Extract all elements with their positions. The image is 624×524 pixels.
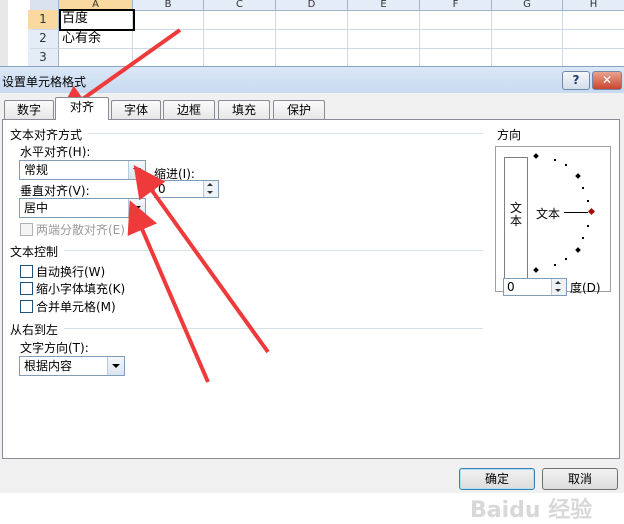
angle-pointer[interactable] (587, 207, 596, 216)
cell-a2[interactable]: 心有余 (62, 29, 101, 48)
vertical-align-label: 垂直对齐(V): (20, 184, 90, 198)
sheet-left-edge (0, 0, 8, 66)
group-divider (64, 328, 483, 329)
tab-number[interactable]: 数字 (4, 100, 54, 119)
ok-button[interactable]: 确定 (459, 468, 535, 490)
grid-line (347, 11, 348, 66)
orientation-group-label: 方向 (497, 128, 522, 142)
grid-line (419, 11, 420, 66)
angle-marker (554, 264, 556, 266)
merge-cells-label: 合并单元格(M) (36, 300, 116, 314)
watermark: Baidu 经验 (470, 498, 593, 523)
distributed-label: 两端分散对齐(E) (36, 223, 125, 237)
horizontal-align-value: 常规 (24, 163, 49, 177)
format-cells-dialog: 设置单元格格式 ? ✕ 数字 对齐 字体 边框 填充 保护 文本对齐方式 水平对… (0, 66, 624, 523)
group-divider (88, 133, 483, 134)
column-header-d[interactable]: D (276, 0, 348, 11)
angle-marker (587, 225, 589, 227)
chevron-down-icon[interactable] (128, 199, 145, 217)
tab-border[interactable]: 边框 (163, 100, 215, 119)
up-icon[interactable] (207, 183, 213, 186)
horizontal-text-sample: 文本 (536, 207, 561, 221)
angle-marker (575, 247, 581, 253)
dialog-titlebar[interactable]: 设置单元格格式 ? ✕ (0, 67, 624, 93)
chevron-down-icon[interactable] (128, 161, 145, 179)
angle-marker (575, 173, 581, 179)
degrees-value: 0 (507, 280, 515, 294)
cell-a1[interactable]: 百度 (62, 9, 88, 28)
grid-line (31, 48, 624, 49)
grid-line (491, 11, 492, 66)
row-header-3[interactable]: 3 (28, 48, 59, 68)
tab-fill[interactable]: 填充 (218, 100, 270, 119)
angle-marker (554, 159, 556, 161)
dialog-title: 设置单元格格式 (2, 75, 87, 89)
wrap-text-checkbox[interactable] (20, 265, 33, 278)
grid-line (275, 11, 276, 66)
column-header-b[interactable]: B (133, 0, 204, 11)
degrees-label: 度(D) (570, 281, 601, 295)
row-header-2[interactable]: 2 (28, 29, 59, 49)
vertical-align-select[interactable]: 居中 (19, 198, 146, 218)
group-divider (64, 250, 483, 251)
horizontal-align-label: 水平对齐(H): (20, 145, 91, 159)
text-direction-label: 文字方向(T): (20, 341, 89, 355)
angle-marker (582, 237, 584, 239)
angle-marker (565, 164, 567, 166)
help-button[interactable]: ? (562, 71, 590, 90)
angle-marker (587, 200, 589, 202)
down-icon[interactable] (555, 289, 561, 292)
grid-line (203, 11, 204, 66)
spreadsheet-background: A B C D E F G H 1 2 3 百度 心有余 (0, 0, 624, 68)
column-header-f[interactable]: F (420, 0, 492, 11)
chevron-down-icon[interactable] (107, 357, 124, 375)
column-header-e[interactable]: E (348, 0, 420, 11)
text-direction-value: 根据内容 (24, 359, 73, 373)
degrees-stepper[interactable]: 0 (503, 278, 567, 296)
angle-line (564, 212, 588, 213)
angle-marker (533, 153, 539, 159)
tab-alignment[interactable]: 对齐 (55, 97, 109, 120)
angle-marker (565, 258, 567, 260)
text-direction-select[interactable]: 根据内容 (19, 356, 125, 376)
row-header-1[interactable]: 1 (28, 10, 59, 30)
text-alignment-group-label: 文本对齐方式 (10, 128, 83, 142)
tab-font[interactable]: 字体 (111, 100, 161, 119)
column-header-h[interactable]: H (563, 0, 624, 11)
wrap-text-label: 自动换行(W) (36, 265, 106, 279)
shrink-to-fit-checkbox[interactable] (20, 282, 33, 295)
column-header-g[interactable]: G (492, 0, 563, 11)
angle-marker (533, 267, 539, 273)
vertical-text-sample: 文本 (510, 201, 523, 228)
close-button[interactable]: ✕ (592, 71, 622, 90)
indent-stepper[interactable]: 0 (154, 180, 219, 198)
distributed-checkbox[interactable] (20, 223, 33, 236)
vertical-align-value: 居中 (24, 201, 49, 215)
up-icon[interactable] (555, 281, 561, 284)
column-header-c[interactable]: C (204, 0, 276, 11)
tab-strip: 数字 对齐 字体 边框 填充 保护 (0, 97, 624, 120)
orientation-control[interactable]: 文本 文本 (495, 146, 611, 292)
merge-cells-checkbox[interactable] (20, 300, 33, 313)
tab-protection[interactable]: 保护 (273, 100, 325, 119)
horizontal-align-select[interactable]: 常规 (19, 160, 146, 180)
text-control-group-label: 文本控制 (10, 245, 59, 259)
vertical-text-toggle[interactable]: 文本 (504, 157, 528, 287)
indent-value: 0 (158, 182, 166, 196)
angle-marker (582, 187, 584, 189)
grid-line (562, 11, 563, 66)
down-icon[interactable] (207, 191, 213, 194)
rtl-group-label: 从右到左 (10, 323, 59, 337)
stepper-buttons[interactable] (203, 181, 218, 197)
cancel-button[interactable]: 取消 (542, 468, 618, 490)
stepper-buttons[interactable] (551, 279, 566, 295)
shrink-to-fit-label: 缩小字体填充(K) (36, 282, 126, 296)
